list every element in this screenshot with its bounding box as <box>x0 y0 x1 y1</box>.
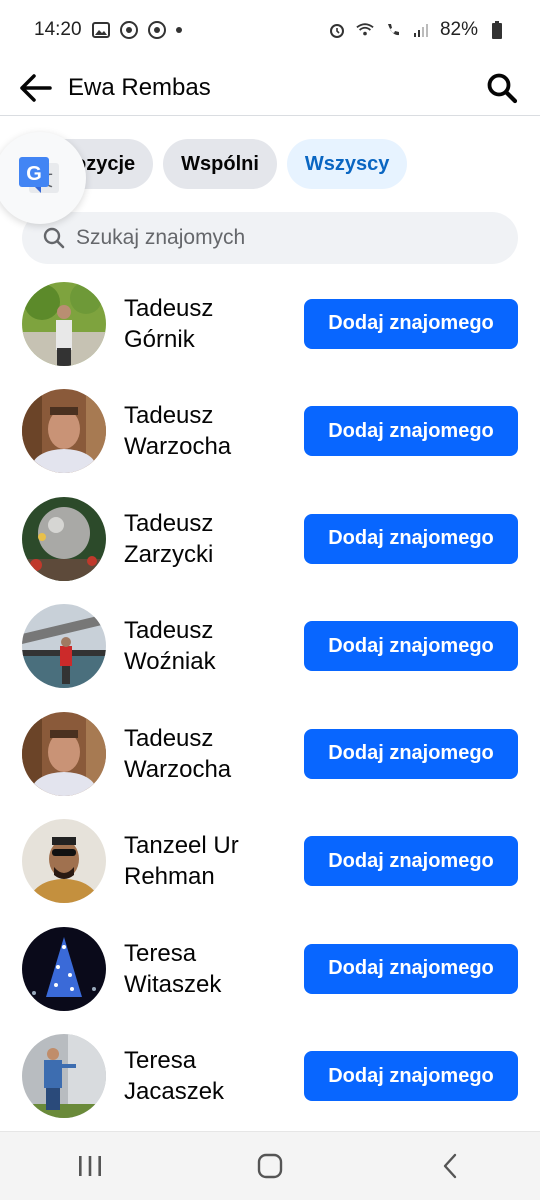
status-bar: 14:20 82% <box>0 0 540 60</box>
app-header: Ewa Rembas <box>0 60 540 116</box>
back-chevron-icon <box>443 1153 457 1179</box>
search-input[interactable] <box>74 225 478 251</box>
friend-first-name: Tanzeel Ur <box>124 832 239 860</box>
system-nav-bar <box>0 1131 540 1200</box>
system-back-button[interactable] <box>420 1136 480 1196</box>
friend-first-name: Teresa <box>124 939 197 967</box>
alarm-icon <box>328 21 346 39</box>
avatar[interactable] <box>22 281 106 366</box>
search-button[interactable] <box>482 68 522 108</box>
friend-last-name: Witaszek <box>124 970 222 998</box>
list-item[interactable]: Tadeusz Warzocha Dodaj znajomego <box>0 378 540 486</box>
friend-name[interactable]: Teresa Witaszek <box>124 938 284 1000</box>
friend-last-name: Górnik <box>124 325 195 353</box>
friend-name[interactable]: Tanzeel Ur Rehman <box>124 830 284 892</box>
friend-last-name: Warzocha <box>124 755 232 783</box>
add-friend-button[interactable]: Dodaj znajomego <box>304 298 518 349</box>
wifi-call-icon <box>384 21 402 39</box>
chrome-icon-2 <box>147 21 166 39</box>
add-friend-button[interactable]: Dodaj znajomego <box>304 621 518 672</box>
gallery-icon <box>91 21 110 39</box>
avatar[interactable] <box>22 496 106 581</box>
svg-text:G: G <box>26 163 42 185</box>
status-left: 14:20 <box>34 19 182 41</box>
list-item[interactable]: Tadeusz Górnik Dodaj znajomego <box>0 270 540 378</box>
friend-last-name: Woźniak <box>124 648 216 676</box>
add-friend-button[interactable]: Dodaj znajomego <box>304 836 518 887</box>
arrow-left-icon <box>20 73 52 102</box>
avatar[interactable] <box>22 1034 106 1119</box>
avatar[interactable] <box>22 389 106 474</box>
list-item[interactable]: Tadeusz Woźniak Dodaj znajomego <box>0 593 540 701</box>
page-title: Ewa Rembas <box>68 73 211 101</box>
list-item[interactable]: Tadeusz Zarzycki Dodaj znajomego <box>0 485 540 593</box>
notification-dot-icon <box>175 27 182 33</box>
magnifier-icon <box>487 73 518 103</box>
list-item[interactable]: Tanzeel Ur Rehman Dodaj znajomego <box>0 808 540 916</box>
avatar[interactable] <box>22 819 106 904</box>
home-button[interactable] <box>240 1136 300 1196</box>
friend-name[interactable]: Tadeusz Zarzycki <box>124 508 284 570</box>
signal-icon <box>412 21 430 39</box>
friend-first-name: Tadeusz <box>124 294 214 322</box>
add-friend-button[interactable]: Dodaj znajomego <box>304 1051 518 1102</box>
battery-percent: 82% <box>439 19 478 40</box>
screen: 14:20 82% Ewa Rembas G ozycje Wspólni Ws… <box>0 0 540 1200</box>
translate-bubble[interactable]: 文 G <box>0 132 86 224</box>
friend-name[interactable]: Teresa Jacaszek <box>124 1045 284 1107</box>
avatar[interactable] <box>22 711 106 796</box>
friend-name[interactable]: Tadeusz Warzocha <box>124 400 284 462</box>
avatar[interactable] <box>22 604 106 689</box>
friends-list: Tadeusz Górnik Dodaj znajomego Tadeusz W… <box>0 270 540 1200</box>
list-item[interactable]: Teresa Witaszek Dodaj znajomego <box>0 915 540 1023</box>
tab-wspolni[interactable]: Wspólni <box>163 139 277 189</box>
tab-label: Wspólni <box>181 152 259 175</box>
avatar[interactable] <box>22 926 106 1011</box>
battery-icon <box>488 21 506 39</box>
chrome-icon <box>119 21 138 39</box>
status-right: 82% <box>328 19 506 41</box>
friend-name[interactable]: Tadeusz Warzocha <box>124 723 284 785</box>
add-friend-button[interactable]: Dodaj znajomego <box>304 943 518 994</box>
list-item[interactable]: Teresa Jacaszek Dodaj znajomego <box>0 1023 540 1131</box>
search-icon <box>43 227 65 249</box>
friend-first-name: Teresa <box>124 1047 197 1075</box>
google-translate-icon: 文 G <box>19 157 59 193</box>
list-item[interactable]: Tadeusz Warzocha Dodaj znajomego <box>0 700 540 808</box>
friend-first-name: Tadeusz <box>124 617 214 645</box>
add-friend-button[interactable]: Dodaj znajomego <box>304 728 518 779</box>
friend-name[interactable]: Tadeusz Woźniak <box>124 615 284 677</box>
tab-label: Wszyscy <box>304 152 390 175</box>
friend-last-name: Warzocha <box>124 433 232 461</box>
status-time: 14:20 <box>34 19 82 40</box>
recents-button[interactable] <box>60 1136 120 1196</box>
add-friend-button[interactable]: Dodaj znajomego <box>304 406 518 457</box>
friend-last-name: Jacaszek <box>124 1078 225 1106</box>
wifi-icon <box>356 21 374 39</box>
tab-wszyscy[interactable]: Wszyscy <box>286 139 408 189</box>
friend-last-name: Rehman <box>124 863 215 891</box>
home-icon <box>257 1153 283 1179</box>
back-button[interactable] <box>18 70 54 106</box>
friend-first-name: Tadeusz <box>124 509 214 537</box>
add-friend-button[interactable]: Dodaj znajomego <box>304 513 518 564</box>
friend-name[interactable]: Tadeusz Górnik <box>124 293 284 355</box>
friend-first-name: Tadeusz <box>124 724 214 752</box>
friend-first-name: Tadeusz <box>124 402 214 430</box>
search-field[interactable] <box>22 212 518 264</box>
friend-last-name: Zarzycki <box>124 540 214 568</box>
recents-icon <box>79 1156 101 1176</box>
